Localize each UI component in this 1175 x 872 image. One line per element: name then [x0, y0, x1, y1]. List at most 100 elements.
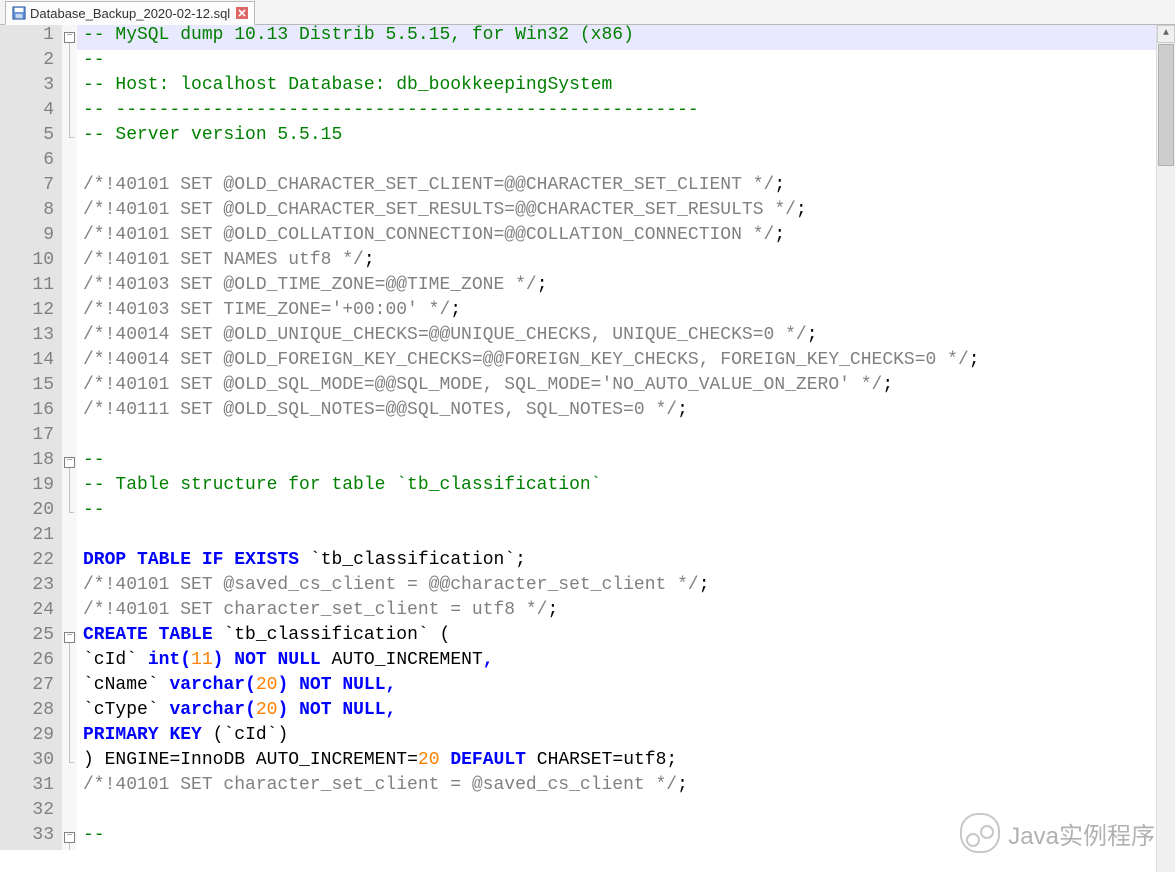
- code-text[interactable]: /*!40101 SET @OLD_SQL_MODE=@@SQL_MODE, S…: [77, 375, 1156, 400]
- code-text[interactable]: [77, 525, 1156, 550]
- code-text[interactable]: `cType` varchar(20) NOT NULL,: [77, 700, 1156, 725]
- fold-minus-icon[interactable]: −: [64, 832, 75, 843]
- fold-gutter: [62, 600, 77, 625]
- code-text[interactable]: /*!40101 SET @OLD_CHARACTER_SET_RESULTS=…: [77, 200, 1156, 225]
- fold-gutter: [62, 425, 77, 450]
- code-line[interactable]: 9/*!40101 SET @OLD_COLLATION_CONNECTION=…: [0, 225, 1156, 250]
- fold-gutter: [62, 275, 77, 300]
- code-text[interactable]: /*!40014 SET @OLD_FOREIGN_KEY_CHECKS=@@F…: [77, 350, 1156, 375]
- fold-gutter[interactable]: −: [62, 450, 77, 475]
- fold-gutter: [62, 650, 77, 675]
- code-text[interactable]: PRIMARY KEY (`cId`): [77, 725, 1156, 750]
- code-text[interactable]: /*!40101 SET @OLD_CHARACTER_SET_CLIENT=@…: [77, 175, 1156, 200]
- code-text[interactable]: -- Server version 5.5.15: [77, 125, 1156, 150]
- code-line[interactable]: 4-- ------------------------------------…: [0, 100, 1156, 125]
- code-text[interactable]: /*!40101 SET NAMES utf8 */;: [77, 250, 1156, 275]
- code-line[interactable]: 7/*!40101 SET @OLD_CHARACTER_SET_CLIENT=…: [0, 175, 1156, 200]
- fold-gutter[interactable]: −: [62, 25, 77, 50]
- line-number: 21: [0, 525, 62, 550]
- code-line[interactable]: 16/*!40111 SET @OLD_SQL_NOTES=@@SQL_NOTE…: [0, 400, 1156, 425]
- code-line[interactable]: 3 -- Host: localhost Database: db_bookkee…: [0, 75, 1156, 100]
- code-line[interactable]: 31/*!40101 SET character_set_client = @s…: [0, 775, 1156, 800]
- code-line[interactable]: 29 PRIMARY KEY (`cId`): [0, 725, 1156, 750]
- fold-minus-icon[interactable]: −: [64, 457, 75, 468]
- code-text[interactable]: DROP TABLE IF EXISTS `tb_classification`…: [77, 550, 1156, 575]
- code-line[interactable]: 6: [0, 150, 1156, 175]
- code-text[interactable]: -- MySQL dump 10.13 Distrib 5.5.15, for …: [77, 25, 1156, 50]
- code-text[interactable]: /*!40101 SET character_set_client = utf8…: [77, 600, 1156, 625]
- code-line[interactable]: 25−CREATE TABLE `tb_classification` (: [0, 625, 1156, 650]
- line-number: 30: [0, 750, 62, 775]
- fold-gutter[interactable]: −: [62, 625, 77, 650]
- code-line[interactable]: 2--: [0, 50, 1156, 75]
- scroll-up-button[interactable]: ▲: [1157, 25, 1175, 43]
- code-line[interactable]: 5 -- Server version 5.5.15: [0, 125, 1156, 150]
- fold-gutter: [62, 750, 77, 775]
- fold-minus-icon[interactable]: −: [64, 632, 75, 643]
- code-line[interactable]: 28 `cType` varchar(20) NOT NULL,: [0, 700, 1156, 725]
- line-number: 33: [0, 825, 62, 850]
- code-editor[interactable]: 1−-- MySQL dump 10.13 Distrib 5.5.15, fo…: [0, 25, 1175, 872]
- code-line[interactable]: 1−-- MySQL dump 10.13 Distrib 5.5.15, fo…: [0, 25, 1156, 50]
- line-number: 6: [0, 150, 62, 175]
- file-tab[interactable]: Database_Backup_2020-02-12.sql: [5, 1, 255, 25]
- code-line[interactable]: 26 `cId` int(11) NOT NULL AUTO_INCREMENT…: [0, 650, 1156, 675]
- fold-minus-icon[interactable]: −: [64, 32, 75, 43]
- code-line[interactable]: 12/*!40103 SET TIME_ZONE='+00:00' */;: [0, 300, 1156, 325]
- code-text[interactable]: -- Table structure for table `tb_classif…: [77, 475, 1156, 500]
- code-text[interactable]: /*!40103 SET @OLD_TIME_ZONE=@@TIME_ZONE …: [77, 275, 1156, 300]
- code-text[interactable]: --: [77, 500, 1156, 525]
- code-text[interactable]: --: [77, 50, 1156, 75]
- code-line[interactable]: 18−--: [0, 450, 1156, 475]
- code-line[interactable]: 14/*!40014 SET @OLD_FOREIGN_KEY_CHECKS=@…: [0, 350, 1156, 375]
- code-text[interactable]: /*!40101 SET @OLD_COLLATION_CONNECTION=@…: [77, 225, 1156, 250]
- fold-gutter: [62, 700, 77, 725]
- code-text[interactable]: [77, 425, 1156, 450]
- code-text[interactable]: /*!40101 SET @saved_cs_client = @@charac…: [77, 575, 1156, 600]
- line-number: 18: [0, 450, 62, 475]
- fold-gutter: [62, 400, 77, 425]
- fold-gutter[interactable]: −: [62, 825, 77, 850]
- code-line[interactable]: 20--: [0, 500, 1156, 525]
- code-text[interactable]: /*!40014 SET @OLD_UNIQUE_CHECKS=@@UNIQUE…: [77, 325, 1156, 350]
- fold-gutter: [62, 675, 77, 700]
- line-number: 5: [0, 125, 62, 150]
- line-number: 1: [0, 25, 62, 50]
- code-text[interactable]: [77, 150, 1156, 175]
- code-text[interactable]: /*!40111 SET @OLD_SQL_NOTES=@@SQL_NOTES,…: [77, 400, 1156, 425]
- code-text[interactable]: CREATE TABLE `tb_classification` (: [77, 625, 1156, 650]
- line-number: 29: [0, 725, 62, 750]
- fold-gutter: [62, 300, 77, 325]
- code-line[interactable]: 13/*!40014 SET @OLD_UNIQUE_CHECKS=@@UNIQ…: [0, 325, 1156, 350]
- code-line[interactable]: 22DROP TABLE IF EXISTS `tb_classificatio…: [0, 550, 1156, 575]
- close-icon[interactable]: [236, 7, 248, 19]
- code-line[interactable]: 11/*!40103 SET @OLD_TIME_ZONE=@@TIME_ZON…: [0, 275, 1156, 300]
- fold-gutter: [62, 525, 77, 550]
- code-text[interactable]: -- -------------------------------------…: [77, 100, 1156, 125]
- line-number: 3: [0, 75, 62, 100]
- code-line[interactable]: 27 `cName` varchar(20) NOT NULL,: [0, 675, 1156, 700]
- code-text[interactable]: --: [77, 450, 1156, 475]
- fold-gutter: [62, 475, 77, 500]
- code-text[interactable]: -- Host: localhost Database: db_bookkeep…: [77, 75, 1156, 100]
- scroll-thumb[interactable]: [1158, 44, 1174, 166]
- code-line[interactable]: 15/*!40101 SET @OLD_SQL_MODE=@@SQL_MODE,…: [0, 375, 1156, 400]
- code-line[interactable]: 19-- Table structure for table `tb_class…: [0, 475, 1156, 500]
- code-text[interactable]: `cName` varchar(20) NOT NULL,: [77, 675, 1156, 700]
- code-text[interactable]: `cId` int(11) NOT NULL AUTO_INCREMENT,: [77, 650, 1156, 675]
- code-line[interactable]: 24/*!40101 SET character_set_client = ut…: [0, 600, 1156, 625]
- code-line[interactable]: 10 /*!40101 SET NAMES utf8 */;: [0, 250, 1156, 275]
- line-number: 10: [0, 250, 62, 275]
- code-text[interactable]: /*!40101 SET character_set_client = @sav…: [77, 775, 1156, 800]
- code-text[interactable]: ) ENGINE=InnoDB AUTO_INCREMENT=20 DEFAUL…: [77, 750, 1156, 775]
- code-line[interactable]: 30 ) ENGINE=InnoDB AUTO_INCREMENT=20 DEFA…: [0, 750, 1156, 775]
- code-line[interactable]: 21: [0, 525, 1156, 550]
- code-line[interactable]: 23/*!40101 SET @saved_cs_client = @@char…: [0, 575, 1156, 600]
- fold-gutter: [62, 200, 77, 225]
- code-line[interactable]: 17: [0, 425, 1156, 450]
- line-number: 32: [0, 800, 62, 825]
- line-number: 26: [0, 650, 62, 675]
- code-line[interactable]: 8/*!40101 SET @OLD_CHARACTER_SET_RESULTS…: [0, 200, 1156, 225]
- vertical-scrollbar[interactable]: ▲: [1156, 25, 1175, 872]
- code-text[interactable]: /*!40103 SET TIME_ZONE='+00:00' */;: [77, 300, 1156, 325]
